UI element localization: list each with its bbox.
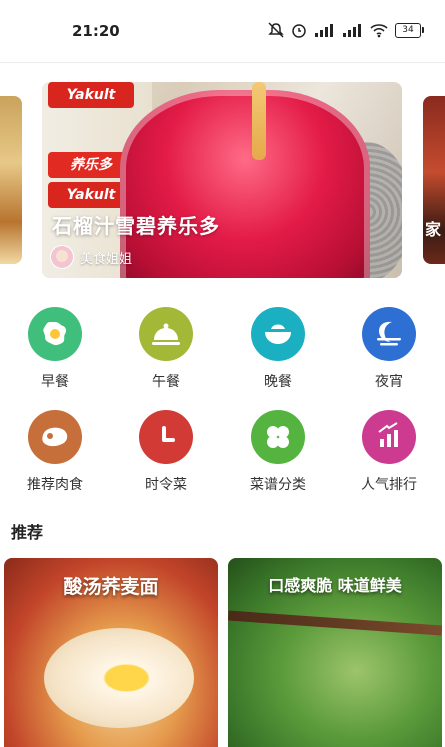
recommend-section-title: 推荐 [11,523,44,542]
wifi-icon [369,22,389,38]
moon-icon [362,307,416,361]
category-label: 夜宵 [375,374,403,390]
category-late-night[interactable]: 夜宵 [349,307,429,391]
clock-icon [139,410,193,464]
category-label: 早餐 [41,374,69,390]
battery-indicator: 34 [395,22,424,38]
meat-icon [28,410,82,464]
bottle-label: Yakult [48,82,134,108]
category-label: 推荐肉食 [27,477,83,493]
banner-author[interactable]: 美食姐姐 [50,245,132,269]
mute-icon [267,22,285,38]
author-name: 美食姐姐 [80,251,133,267]
carousel-prev-slide[interactable] [0,96,22,264]
category-breakfast[interactable]: 早餐 [15,307,95,391]
status-bar: 21:20 34 [0,0,445,62]
category-label: 晚餐 [264,374,292,390]
category-seasonal[interactable]: 时令菜 [126,410,206,494]
category-meat[interactable]: 推荐肉食 [15,410,95,494]
status-time: 21:20 [72,22,120,40]
category-dinner[interactable]: 晚餐 [238,307,318,391]
category-label: 菜谱分类 [250,477,306,493]
recipe-card[interactable]: 酸汤荞麦面 [4,558,218,747]
chopsticks-image [228,610,442,636]
recipe-card-title: 口感爽脆 味道鲜美 [268,576,402,595]
next-slide-title: 家 [425,220,442,239]
banner-carousel[interactable]: Yakult 养乐多 Yakult 石榴汁雪碧养乐多 美食姐姐 家 [0,82,445,278]
egg-icon [28,307,82,361]
bowl-icon [251,307,305,361]
cloche-icon [139,307,193,361]
clover-icon [251,410,305,464]
status-icons: 34 [267,22,424,38]
header-divider [0,62,445,63]
category-popular-ranking[interactable]: 人气排行 [349,410,429,494]
recipe-card-title: 酸汤荞麦面 [63,576,159,598]
banner-title: 石榴汁雪碧养乐多 [52,214,220,238]
drink-glass-image [120,90,370,278]
fried-egg-image [44,628,194,728]
category-lunch[interactable]: 午餐 [126,307,206,391]
banner-slide[interactable]: Yakult 养乐多 Yakult 石榴汁雪碧养乐多 美食姐姐 [42,82,402,278]
category-recipe-types[interactable]: 菜谱分类 [238,410,318,494]
chart-up-icon [362,410,416,464]
signal-2-icon [341,22,363,38]
carousel-next-slide[interactable]: 家 [423,96,445,264]
alarm-icon [291,22,307,38]
category-label: 时令菜 [145,477,187,493]
author-avatar [50,245,74,269]
pour-stream-image [252,82,266,160]
category-label: 午餐 [152,374,180,390]
category-label: 人气排行 [361,477,417,493]
recipe-card[interactable]: 口感爽脆 味道鲜美 [228,558,442,747]
signal-icon [313,22,335,38]
